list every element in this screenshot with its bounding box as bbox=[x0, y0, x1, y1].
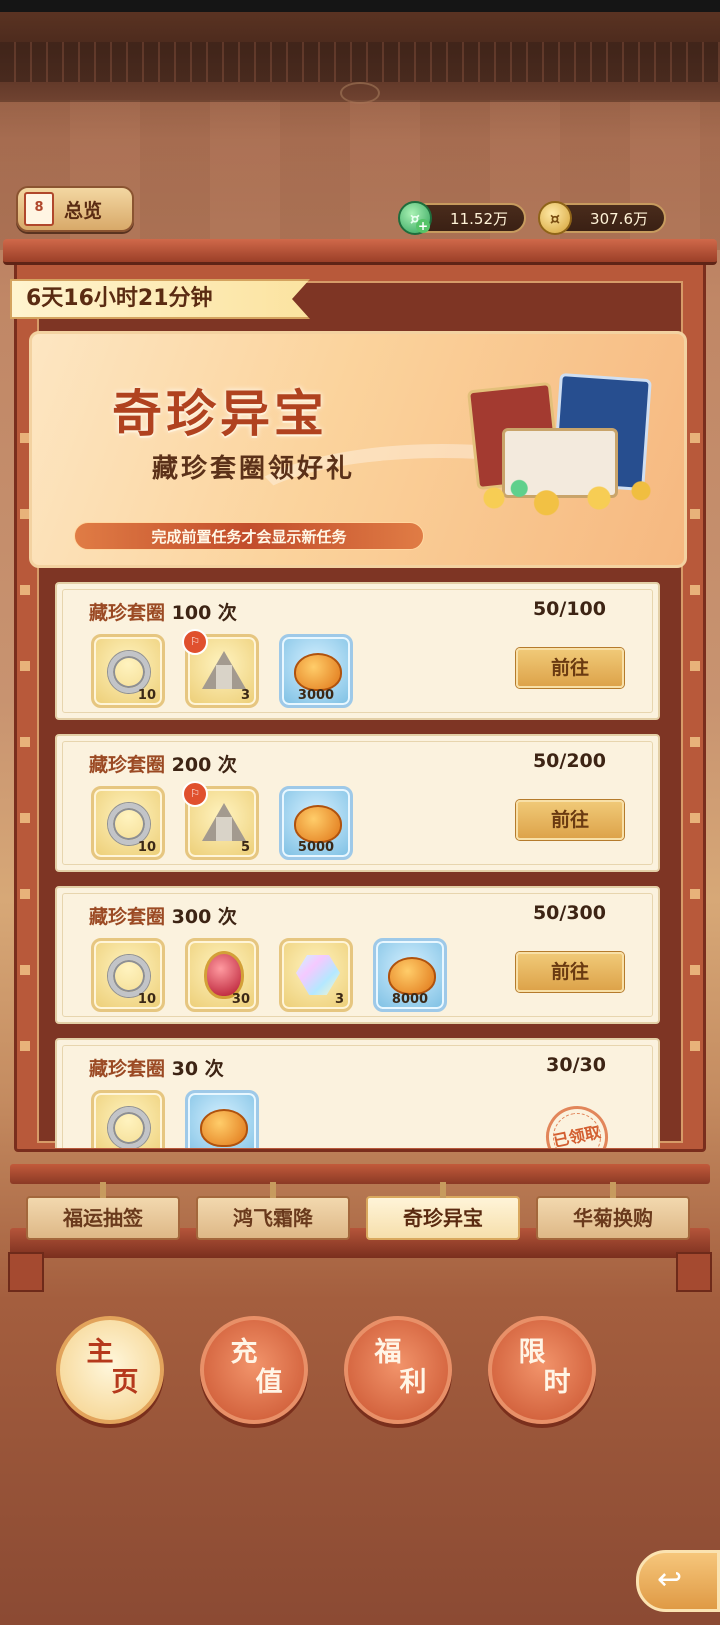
reward-item[interactable]: 8000 bbox=[373, 938, 447, 1012]
task-item: 藏珍套圈 100 次 50/100 10 ⚐ 3 3000 前往 bbox=[55, 582, 660, 720]
treasure-chest-icon bbox=[452, 366, 672, 526]
calendar-icon: 8 bbox=[24, 192, 54, 226]
tent-icon bbox=[202, 803, 246, 841]
event-banner: 奇珍异宝 藏珍套圈领好礼 完成前置任务才会显示新任务 bbox=[29, 331, 687, 568]
tab-rare-treasures[interactable]: 奇珍异宝 bbox=[366, 1182, 520, 1240]
back-arrow-icon: ↩ bbox=[657, 1562, 683, 1597]
task-item: 藏珍套圈 300 次 50/300 10 30 3 8000 前往 bbox=[55, 886, 660, 1024]
tab-fortune-draw[interactable]: 福运抽签 bbox=[26, 1182, 180, 1240]
silver-ring-icon bbox=[108, 955, 150, 997]
task-progress: 50/200 bbox=[532, 750, 606, 772]
tab-chrysanthemum-exchange[interactable]: 华菊换购 bbox=[536, 1182, 690, 1240]
reward-item[interactable]: 5000 bbox=[279, 786, 353, 860]
frame-decor-right bbox=[690, 367, 700, 1087]
amber-stone-icon bbox=[388, 957, 436, 995]
reward-item[interactable]: 3000 bbox=[279, 634, 353, 708]
banner-title: 奇珍异宝 bbox=[112, 385, 328, 443]
reward-list: 10 ⚐ 5 5000 bbox=[91, 781, 353, 860]
go-button[interactable]: 前往 bbox=[516, 800, 624, 840]
go-button[interactable]: 前往 bbox=[516, 648, 624, 688]
go-button[interactable]: 前往 bbox=[516, 952, 624, 992]
jade-amount: 11.52万 bbox=[450, 209, 508, 228]
overview-label: 总览 bbox=[64, 199, 103, 222]
crystal-icon bbox=[296, 955, 340, 995]
task-progress: 50/100 bbox=[532, 598, 606, 620]
reward-item[interactable]: 10 bbox=[91, 938, 165, 1012]
tab-frost-descent[interactable]: 鸿飞霜降 bbox=[196, 1182, 350, 1240]
amber-stone-icon bbox=[294, 653, 342, 691]
plus-icon[interactable]: + bbox=[416, 219, 430, 233]
reward-item[interactable]: 10 bbox=[91, 786, 165, 860]
tent-icon bbox=[202, 651, 246, 689]
event-tab-bar: 福运抽签 鸿飞霜降 奇珍异宝 华菊换购 bbox=[0, 1156, 720, 1292]
eaves-lattice bbox=[0, 42, 720, 82]
task-item: 藏珍套圈 30 次 30/30 已领取 bbox=[55, 1038, 660, 1148]
task-progress: 30/30 bbox=[546, 1054, 606, 1076]
silver-ring-icon bbox=[108, 651, 150, 693]
overview-button[interactable]: 8 总览 bbox=[16, 186, 134, 232]
amber-stone-icon bbox=[294, 805, 342, 843]
gold-amount: 307.6万 bbox=[590, 209, 648, 228]
task-name: 藏珍套圈 100 次 bbox=[89, 602, 237, 624]
nav-limited[interactable]: 限 时 bbox=[488, 1316, 596, 1424]
jade-currency[interactable]: ¤ + 11.52万 bbox=[398, 201, 526, 235]
task-name: 藏珍套圈 200 次 bbox=[89, 754, 237, 776]
task-item: 藏珍套圈 200 次 50/200 10 ⚐ 5 5000 前往 bbox=[55, 734, 660, 872]
silver-ring-icon bbox=[108, 803, 150, 845]
reward-item[interactable] bbox=[91, 1090, 165, 1148]
reward-list: 10 ⚐ 3 3000 bbox=[91, 629, 353, 708]
nav-home[interactable]: 主 页 bbox=[56, 1316, 164, 1424]
gold-currency[interactable]: ¤ 307.6万 bbox=[538, 201, 666, 235]
banner-subtitle: 藏珍套圈领好礼 bbox=[152, 454, 356, 484]
silver-ring-icon bbox=[108, 1107, 150, 1148]
badge-icon: ⚐ bbox=[182, 629, 208, 655]
palace-eaves bbox=[0, 12, 720, 104]
reward-list bbox=[91, 1090, 259, 1148]
task-list[interactable]: 藏珍套圈 100 次 50/100 10 ⚐ 3 3000 前往 藏珍套圈 200… bbox=[55, 578, 665, 1148]
task-name: 藏珍套圈 30 次 bbox=[89, 1058, 224, 1080]
task-name: 藏珍套圈 300 次 bbox=[89, 906, 237, 928]
tab-beam bbox=[10, 1164, 710, 1184]
stand-leg-left bbox=[8, 1252, 44, 1292]
reward-item[interactable]: 30 bbox=[185, 938, 259, 1012]
badge-icon: ⚐ bbox=[182, 781, 208, 807]
nav-recharge[interactable]: 充 值 bbox=[200, 1316, 308, 1424]
status-bar bbox=[0, 0, 720, 12]
stand-leg-right bbox=[676, 1252, 712, 1292]
reward-item[interactable]: ⚐ 5 bbox=[182, 781, 259, 860]
claimed-stamp: 已领取 bbox=[540, 1100, 614, 1148]
reward-item[interactable]: 3 bbox=[279, 938, 353, 1012]
gold-coin-icon: ¤ bbox=[538, 201, 572, 235]
nav-welfare[interactable]: 福 利 bbox=[344, 1316, 452, 1424]
task-progress: 50/300 bbox=[532, 902, 606, 924]
frame-roof bbox=[3, 239, 717, 265]
amber-stone-icon bbox=[200, 1109, 248, 1147]
reward-list: 10 30 3 8000 bbox=[91, 938, 447, 1012]
reward-item[interactable] bbox=[185, 1090, 259, 1148]
reward-item[interactable]: ⚐ 3 bbox=[182, 629, 259, 708]
reward-item[interactable]: 10 bbox=[91, 634, 165, 708]
event-timer: 6天16小时21分钟 bbox=[10, 279, 310, 319]
back-button[interactable]: ↩ bbox=[636, 1550, 720, 1612]
jade-coin-icon: ¤ + bbox=[398, 201, 432, 235]
banner-notice: 完成前置任务才会显示新任务 bbox=[74, 522, 424, 550]
